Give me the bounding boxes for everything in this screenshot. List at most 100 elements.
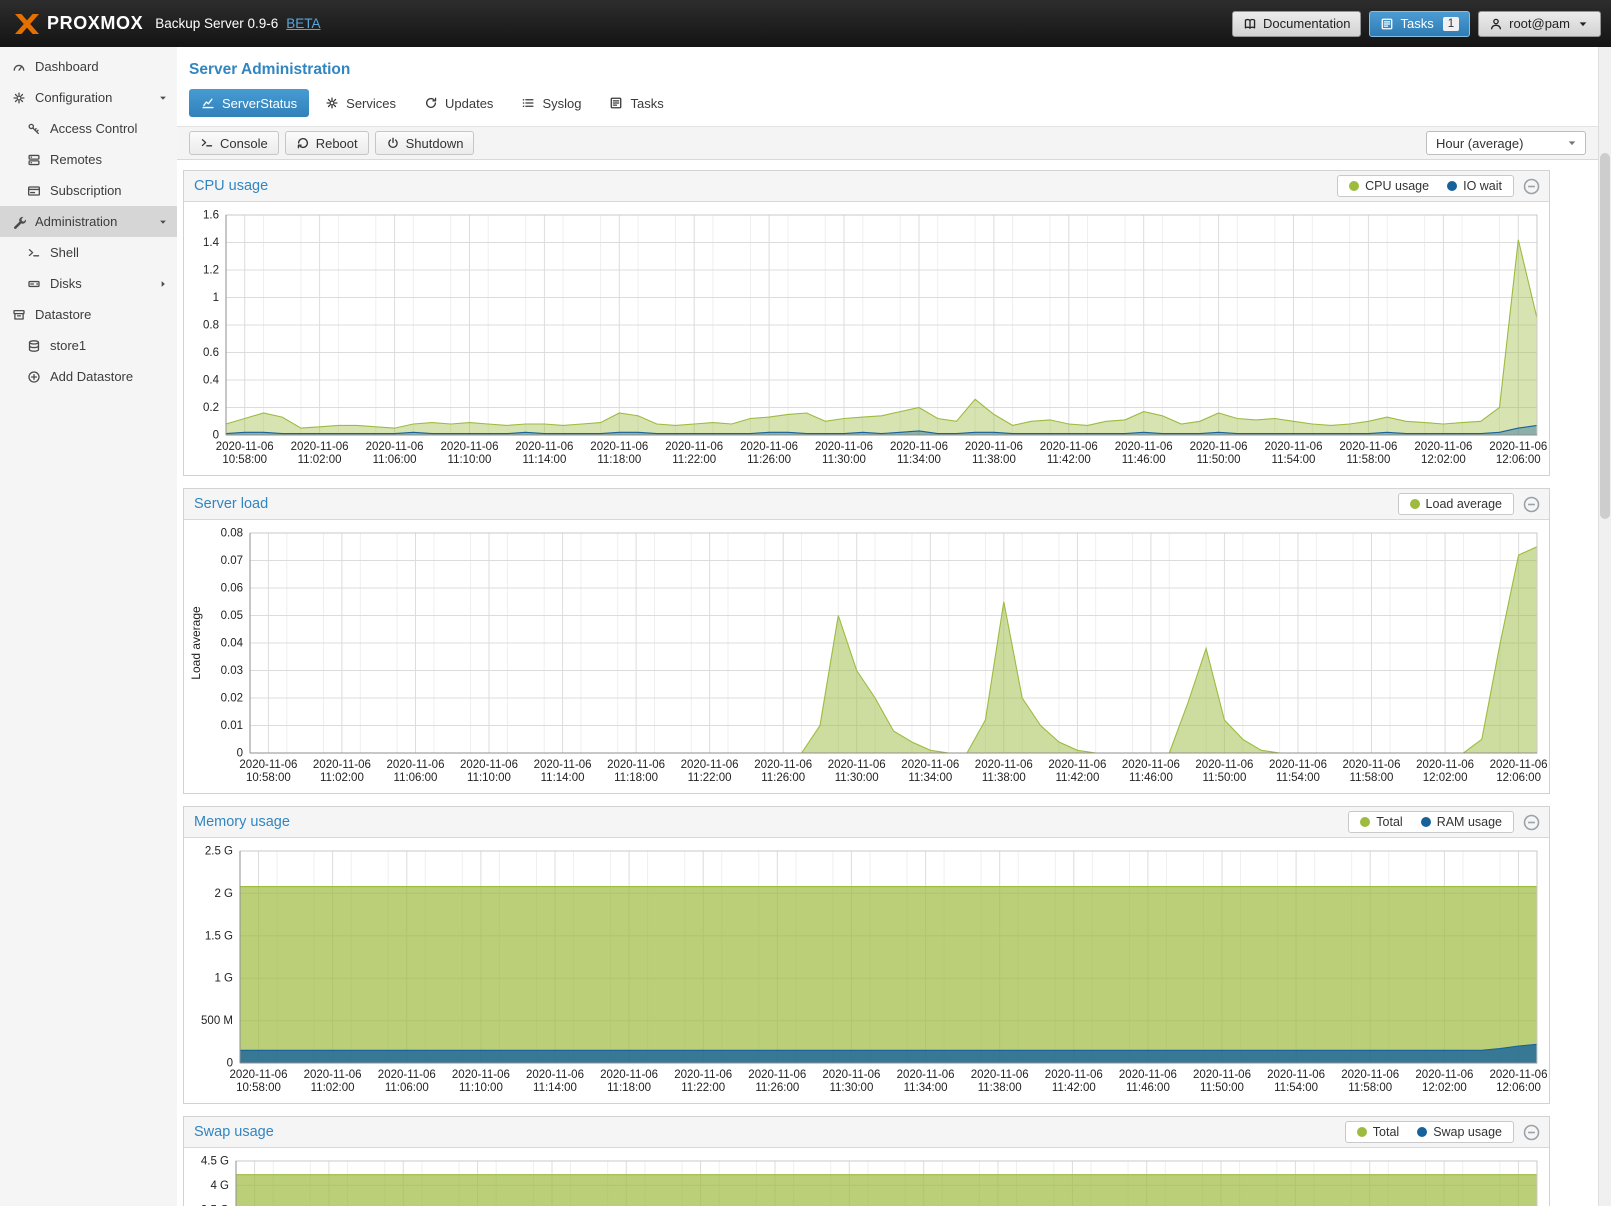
legend-dot bbox=[1349, 181, 1359, 191]
svg-text:2020-11-06: 2020-11-06 bbox=[665, 441, 723, 453]
svg-text:11:30:00: 11:30:00 bbox=[822, 454, 866, 466]
svg-text:2020-11-06: 2020-11-06 bbox=[304, 1069, 362, 1081]
chart-mem: 0500 M1 G1.5 G2 G2.5 G2020-11-0610:58:00… bbox=[184, 838, 1549, 1103]
refresh-icon bbox=[424, 96, 438, 110]
svg-text:2020-11-06: 2020-11-06 bbox=[971, 1069, 1029, 1081]
svg-text:2020-11-06: 2020-11-06 bbox=[230, 1069, 288, 1081]
vertical-scrollbar[interactable] bbox=[1598, 47, 1611, 1206]
range-select[interactable]: Hour (average) bbox=[1426, 131, 1586, 155]
svg-text:10:58:00: 10:58:00 bbox=[222, 454, 267, 466]
console-button[interactable]: Console bbox=[189, 131, 279, 155]
collapse-panel-button[interactable] bbox=[1523, 1124, 1540, 1141]
svg-text:11:46:00: 11:46:00 bbox=[1126, 1082, 1170, 1094]
chart-panels: CPU usageCPU usageIO wait00.20.40.60.811… bbox=[177, 160, 1598, 1206]
collapse-panel-button[interactable] bbox=[1523, 814, 1540, 831]
chart-icon bbox=[201, 96, 215, 110]
terminal-icon bbox=[27, 246, 41, 260]
svg-text:2020-11-06: 2020-11-06 bbox=[681, 759, 739, 771]
sidebar-item-administration[interactable]: Administration bbox=[0, 206, 177, 237]
tab-tasks[interactable]: Tasks bbox=[597, 89, 675, 117]
gauge-icon bbox=[12, 60, 26, 74]
svg-text:2020-11-06: 2020-11-06 bbox=[1195, 759, 1253, 771]
legend-label: Total bbox=[1376, 815, 1402, 829]
svg-text:11:54:00: 11:54:00 bbox=[1274, 1082, 1318, 1094]
button-label: Reboot bbox=[316, 136, 358, 151]
card-icon bbox=[27, 184, 41, 198]
sidebar-item-subscription[interactable]: Subscription bbox=[0, 175, 177, 206]
svg-text:0.03: 0.03 bbox=[221, 665, 243, 677]
plus-icon bbox=[27, 370, 41, 384]
svg-text:11:22:00: 11:22:00 bbox=[672, 454, 716, 466]
sidebar-item-datastore[interactable]: Datastore bbox=[0, 299, 177, 330]
key-icon bbox=[27, 122, 41, 136]
product-version: Backup Server 0.9-6 bbox=[155, 16, 278, 31]
caret-right-icon bbox=[157, 278, 169, 290]
user-label: root@pam bbox=[1509, 16, 1570, 31]
svg-text:11:18:00: 11:18:00 bbox=[597, 454, 641, 466]
svg-text:2020-11-06: 2020-11-06 bbox=[515, 441, 573, 453]
legend-dot bbox=[1357, 1127, 1367, 1137]
sidebar-item-configuration[interactable]: Configuration bbox=[0, 82, 177, 113]
svg-text:2020-11-06: 2020-11-06 bbox=[1343, 759, 1401, 771]
chart-swap: 0500 M1 G1.5 G2 G2.5 G3 G3.5 G4 G4.5 G20… bbox=[184, 1148, 1549, 1206]
wrench-icon bbox=[12, 215, 26, 229]
sidebar-item-disks[interactable]: Disks bbox=[0, 268, 177, 299]
documentation-button[interactable]: Documentation bbox=[1232, 11, 1361, 37]
svg-text:11:10:00: 11:10:00 bbox=[448, 454, 492, 466]
sidebar-item-shell[interactable]: Shell bbox=[0, 237, 177, 268]
proxmox-x-mark bbox=[14, 13, 40, 35]
svg-text:0.02: 0.02 bbox=[221, 693, 243, 705]
sidebar-item-remotes[interactable]: Remotes bbox=[0, 144, 177, 175]
tasks-button[interactable]: Tasks 1 bbox=[1369, 11, 1470, 37]
svg-text:0.07: 0.07 bbox=[221, 555, 243, 567]
tab-serverstatus[interactable]: ServerStatus bbox=[189, 89, 309, 117]
svg-text:11:10:00: 11:10:00 bbox=[459, 1082, 503, 1094]
panel-header: Server loadLoad average bbox=[184, 489, 1549, 520]
svg-text:11:46:00: 11:46:00 bbox=[1122, 454, 1166, 466]
svg-text:11:34:00: 11:34:00 bbox=[897, 454, 941, 466]
collapse-panel-button[interactable] bbox=[1523, 496, 1540, 513]
svg-text:11:50:00: 11:50:00 bbox=[1197, 454, 1241, 466]
svg-text:2020-11-06: 2020-11-06 bbox=[313, 759, 371, 771]
svg-text:11:02:00: 11:02:00 bbox=[320, 772, 364, 784]
collapse-panel-button[interactable] bbox=[1523, 178, 1540, 195]
panel-title: CPU usage bbox=[194, 178, 268, 194]
tab-syslog[interactable]: Syslog bbox=[509, 89, 593, 117]
tab-services[interactable]: Services bbox=[313, 89, 408, 117]
scrollbar-thumb[interactable] bbox=[1600, 153, 1610, 519]
svg-text:11:50:00: 11:50:00 bbox=[1202, 772, 1246, 784]
chevron-down-icon bbox=[1576, 17, 1590, 31]
legend-dot bbox=[1417, 1127, 1427, 1137]
svg-text:2020-11-06: 2020-11-06 bbox=[387, 759, 445, 771]
svg-text:2020-11-06: 2020-11-06 bbox=[1040, 441, 1098, 453]
svg-text:2020-11-06: 2020-11-06 bbox=[748, 1069, 806, 1081]
svg-text:0: 0 bbox=[237, 748, 243, 760]
svg-text:11:26:00: 11:26:00 bbox=[747, 454, 791, 466]
svg-text:12:06:00: 12:06:00 bbox=[1496, 454, 1541, 466]
sidebar-item-store1[interactable]: store1 bbox=[0, 330, 177, 361]
svg-text:2020-11-06: 2020-11-06 bbox=[965, 441, 1023, 453]
sidebar-item-add-datastore[interactable]: Add Datastore bbox=[0, 361, 177, 392]
sidebar-item-access-control[interactable]: Access Control bbox=[0, 113, 177, 144]
sidebar-item-dashboard[interactable]: Dashboard bbox=[0, 51, 177, 82]
svg-text:1: 1 bbox=[213, 292, 219, 304]
button-label: Console bbox=[220, 136, 268, 151]
svg-text:0.04: 0.04 bbox=[221, 638, 244, 650]
svg-text:1.6: 1.6 bbox=[203, 210, 219, 222]
svg-text:11:26:00: 11:26:00 bbox=[755, 1082, 799, 1094]
svg-text:2020-11-06: 2020-11-06 bbox=[1045, 1069, 1103, 1081]
svg-text:11:38:00: 11:38:00 bbox=[972, 454, 1016, 466]
user-menu-button[interactable]: root@pam bbox=[1478, 11, 1601, 37]
svg-text:11:06:00: 11:06:00 bbox=[394, 772, 438, 784]
beta-link[interactable]: BETA bbox=[286, 16, 320, 31]
svg-text:11:22:00: 11:22:00 bbox=[681, 1082, 725, 1094]
tab-updates[interactable]: Updates bbox=[412, 89, 505, 117]
reboot-button[interactable]: Reboot bbox=[285, 131, 369, 155]
svg-text:12:06:00: 12:06:00 bbox=[1496, 1082, 1541, 1094]
svg-text:2020-11-06: 2020-11-06 bbox=[1265, 441, 1323, 453]
svg-text:0.01: 0.01 bbox=[221, 720, 243, 732]
power-icon bbox=[386, 136, 400, 150]
svg-text:2020-11-06: 2020-11-06 bbox=[291, 441, 349, 453]
svg-text:4 G: 4 G bbox=[210, 1180, 229, 1192]
shutdown-button[interactable]: Shutdown bbox=[375, 131, 475, 155]
